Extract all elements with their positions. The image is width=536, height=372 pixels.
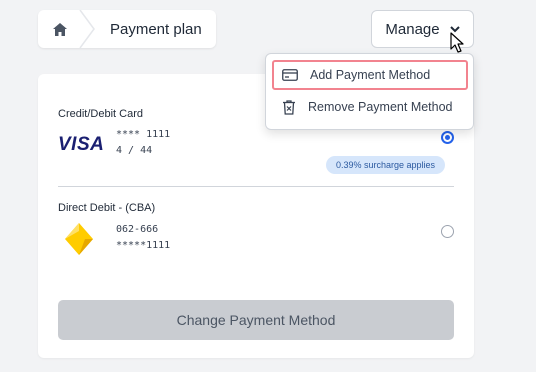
manage-dropdown-menu: Add Payment Method Remove Payment Method bbox=[265, 53, 474, 130]
credit-card-icon bbox=[282, 69, 298, 81]
account-number: *****1111 bbox=[116, 240, 171, 251]
method-type-label: Credit/Debit Card bbox=[58, 108, 143, 120]
breadcrumb-home[interactable] bbox=[38, 10, 82, 48]
surcharge-badge: 0.39% surcharge applies bbox=[326, 156, 446, 174]
breadcrumb: Payment plan bbox=[38, 10, 216, 48]
menu-item-remove-payment-method[interactable]: Remove Payment Method bbox=[272, 92, 468, 122]
home-icon bbox=[53, 22, 67, 36]
mouse-cursor-icon bbox=[450, 32, 464, 53]
change-payment-method-button[interactable]: Change Payment Method bbox=[58, 300, 454, 340]
card-expiry: 4 / 44 bbox=[116, 145, 153, 156]
bsb-number: 062-666 bbox=[116, 224, 159, 235]
radio-direct-debit[interactable] bbox=[441, 225, 454, 238]
cba-logo-icon bbox=[65, 223, 93, 255]
menu-item-label: Add Payment Method bbox=[310, 68, 431, 82]
manage-label: Manage bbox=[385, 20, 440, 38]
visa-logo: VISA bbox=[58, 134, 105, 155]
radio-card-selected[interactable] bbox=[441, 131, 454, 144]
menu-item-add-payment-method[interactable]: Add Payment Method bbox=[272, 60, 468, 90]
menu-item-label: Remove Payment Method bbox=[308, 100, 453, 114]
breadcrumb-separator bbox=[79, 10, 95, 48]
divider bbox=[58, 186, 454, 187]
method-type-label: Direct Debit - (CBA) bbox=[58, 202, 156, 214]
trash-icon bbox=[283, 99, 295, 115]
card-number: **** 1111 bbox=[116, 129, 171, 140]
